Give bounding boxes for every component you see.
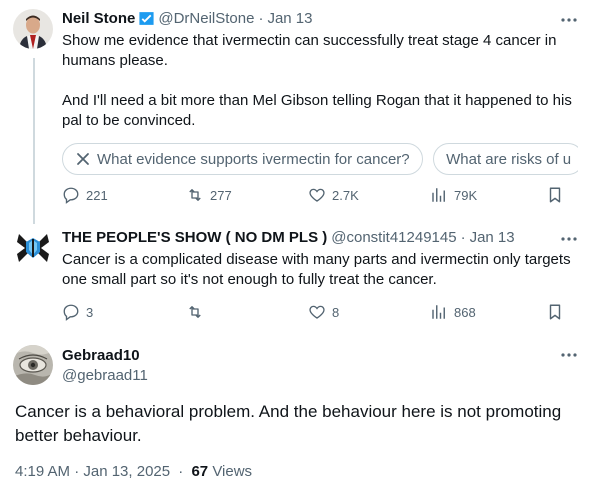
grok-chip[interactable]: What evidence supports ivermectin for ca…: [62, 143, 423, 175]
bookmark-icon: [549, 187, 561, 203]
avatar-neil-stone[interactable]: [13, 9, 53, 49]
more-options-icon[interactable]: [560, 230, 578, 248]
reply-button[interactable]: 221: [62, 186, 108, 204]
author-handle[interactable]: @constit41249145: [331, 229, 456, 246]
tweet-meta: 4:19 AM · Jan 13, 2025 · 67 Views: [15, 463, 252, 480]
views-count: 67: [191, 463, 209, 480]
like-button[interactable]: 8: [308, 303, 339, 321]
views-button[interactable]: 79K: [430, 186, 477, 204]
tweet1-header: Neil Stone @DrNeilStone · Jan 13: [62, 10, 313, 27]
tweet3-text: Cancer is a behavioral problem. And the …: [15, 400, 585, 448]
reply-count: 3: [86, 304, 94, 320]
tweet2-actions: 3 8 868: [62, 303, 582, 323]
more-options-icon[interactable]: [560, 11, 578, 29]
reply-icon: [63, 304, 79, 321]
views-icon: [432, 305, 445, 319]
reply-button[interactable]: 3: [62, 303, 93, 321]
avatar-gebraad10[interactable]: [13, 345, 53, 385]
retweet-button[interactable]: 277: [186, 186, 232, 204]
retweet-count: 277: [210, 187, 232, 203]
views-icon: [432, 188, 445, 202]
views-count: 79K: [454, 187, 478, 203]
tweet3-header-name: Gebraad10: [62, 347, 140, 364]
author-name[interactable]: Gebraad10: [62, 347, 140, 364]
author-name[interactable]: Neil Stone: [62, 10, 135, 27]
tweet-text-paragraph: Cancer is a complicated disease with man…: [62, 251, 571, 288]
tweet2-header: THE PEOPLE'S SHOW ( NO DM PLS ) @constit…: [62, 229, 515, 246]
tweet-date[interactable]: Jan 13: [267, 10, 312, 27]
heart-icon: [309, 188, 325, 202]
like-button[interactable]: 2.7K: [308, 186, 359, 204]
tweet1-actions: 221 277 2.7K 79K: [62, 186, 582, 206]
like-count: 8: [332, 304, 340, 320]
grok-chip-label: What evidence supports ivermectin for ca…: [97, 150, 410, 168]
reply-icon: [63, 187, 79, 204]
reply-count: 221: [86, 187, 108, 203]
bookmark-icon: [549, 304, 561, 320]
retweet-button[interactable]: [186, 303, 210, 321]
avatar-peoples-show[interactable]: [13, 228, 53, 268]
author-name[interactable]: THE PEOPLE'S SHOW ( NO DM PLS ): [62, 229, 327, 246]
separator-dot: ·: [178, 463, 184, 480]
author-handle[interactable]: @gebraad11: [62, 367, 148, 384]
author-handle[interactable]: @DrNeilStone: [158, 10, 254, 27]
verified-badge-icon: [138, 10, 155, 27]
retweet-icon: [189, 189, 201, 201]
like-count: 2.7K: [332, 187, 359, 203]
heart-icon: [309, 305, 325, 319]
separator-dot: ·: [460, 229, 466, 246]
views-button[interactable]: 868: [430, 303, 476, 321]
more-options-icon[interactable]: [560, 346, 578, 364]
tweet-text-paragraph: And I'll need a bit more than Mel Gibson…: [62, 92, 572, 129]
views-label: Views: [212, 463, 253, 480]
grok-chip[interactable]: What are risks of u: [433, 143, 578, 175]
tweet-timestamp[interactable]: 4:19 AM · Jan 13, 2025: [15, 463, 170, 480]
bookmark-button[interactable]: [546, 303, 570, 321]
tweet1-text: Show me evidence that ivermectin can suc…: [62, 31, 580, 131]
thread-line: [33, 58, 35, 224]
bookmark-button[interactable]: [546, 186, 570, 204]
retweet-icon: [189, 306, 201, 318]
grok-icon: [77, 153, 89, 165]
separator-dot: ·: [258, 10, 264, 27]
tweet3-header-handle: @gebraad11: [62, 367, 148, 384]
tweet-text-paragraph: Show me evidence that ivermectin can suc…: [62, 32, 557, 69]
grok-chip-label: What are risks of u: [446, 150, 572, 168]
tweet-date[interactable]: Jan 13: [470, 229, 515, 246]
grok-suggestion-chips: What evidence supports ivermectin for ca…: [62, 143, 578, 175]
views-count: 868: [454, 304, 476, 320]
tweet-text-paragraph: Cancer is a behavioral problem. And the …: [15, 402, 562, 445]
tweet2-text: Cancer is a complicated disease with man…: [62, 250, 580, 290]
